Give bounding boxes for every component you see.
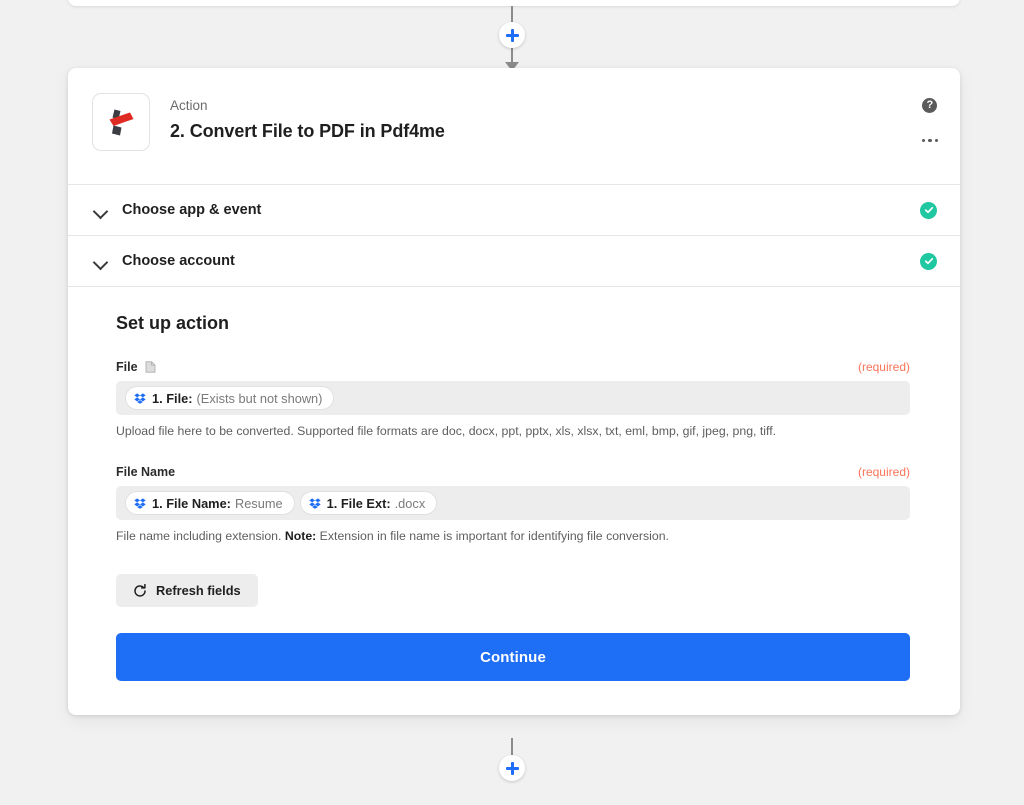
chevron-down-icon: [92, 202, 108, 218]
token-key: 1. File Ext:: [327, 496, 391, 511]
section-choose-account[interactable]: Choose account: [68, 236, 960, 287]
step-kicker: Action: [170, 97, 445, 115]
field-file-name-header: File Name (required): [116, 465, 910, 479]
step-header: Action 2. Convert File to PDF in Pdf4me …: [68, 68, 960, 185]
field-file: File (required): [116, 360, 936, 439]
chevron-down-icon: [92, 253, 108, 269]
field-file-name-help-text: File name including extension.: [116, 529, 285, 543]
section-label: Choose account: [122, 253, 235, 269]
dropbox-icon: [309, 498, 321, 509]
continue-button[interactable]: Continue: [116, 633, 910, 681]
token-pill[interactable]: 1. File Ext: .docx: [301, 492, 437, 514]
plus-icon: [506, 762, 519, 775]
field-file-name-label: File Name: [116, 465, 175, 479]
add-step-button-top[interactable]: [499, 22, 525, 48]
step-header-actions: ?: [922, 98, 938, 146]
field-file-help-text: Upload file here to be converted. Suppor…: [116, 424, 776, 438]
field-file-name-required-tag: (required): [858, 465, 910, 479]
status-badge-complete: [920, 202, 937, 219]
field-file-help: Upload file here to be converted. Suppor…: [116, 423, 910, 439]
token-value: (Exists but not shown): [197, 391, 323, 406]
field-file-name-input[interactable]: 1. File Name: Resume: [116, 486, 910, 520]
action-step-card: Action 2. Convert File to PDF in Pdf4me …: [68, 68, 960, 715]
token-value: Resume: [235, 496, 283, 511]
dropbox-icon: [134, 393, 146, 404]
dropbox-icon: [134, 498, 146, 509]
field-file-name-help-tail: Extension in file name is important for …: [316, 529, 669, 543]
zap-editor-canvas: Action 2. Convert File to PDF in Pdf4me …: [0, 0, 1024, 805]
field-file-name: File Name (required): [116, 465, 936, 544]
field-file-label: File: [116, 360, 138, 374]
token-pill[interactable]: 1. File: (Exists but not shown): [126, 387, 333, 409]
help-icon[interactable]: ?: [922, 98, 937, 113]
token-key: 1. File Name:: [152, 496, 231, 511]
app-logo-container: [92, 93, 150, 151]
field-file-required-tag: (required): [858, 360, 910, 374]
token-key: 1. File:: [152, 391, 193, 406]
plus-icon: [506, 29, 519, 42]
add-step-button-bottom[interactable]: [499, 755, 525, 781]
step-header-text: Action 2. Convert File to PDF in Pdf4me: [170, 92, 445, 143]
refresh-fields-button[interactable]: Refresh fields: [116, 574, 258, 607]
field-file-name-help: File name including extension. Note: Ext…: [116, 528, 910, 544]
setup-action-title: Set up action: [116, 313, 936, 334]
token-value: .docx: [395, 496, 426, 511]
field-file-name-help-note: Note:: [285, 529, 316, 543]
refresh-icon: [133, 584, 147, 598]
section-label: Choose app & event: [122, 202, 261, 218]
step-title: 2. Convert File to PDF in Pdf4me: [170, 119, 445, 143]
field-file-input[interactable]: 1. File: (Exists but not shown): [116, 381, 910, 415]
previous-step-card[interactable]: [68, 0, 960, 6]
field-file-header: File (required): [116, 360, 910, 374]
file-document-icon: [145, 361, 156, 373]
pdf4me-logo-icon: [104, 105, 138, 139]
setup-action-panel: Set up action File (required): [68, 287, 960, 715]
section-choose-app-event[interactable]: Choose app & event: [68, 185, 960, 236]
more-options-icon[interactable]: [922, 135, 938, 146]
token-pill[interactable]: 1. File Name: Resume: [126, 492, 294, 514]
status-badge-complete: [920, 253, 937, 270]
refresh-fields-label: Refresh fields: [156, 583, 241, 598]
